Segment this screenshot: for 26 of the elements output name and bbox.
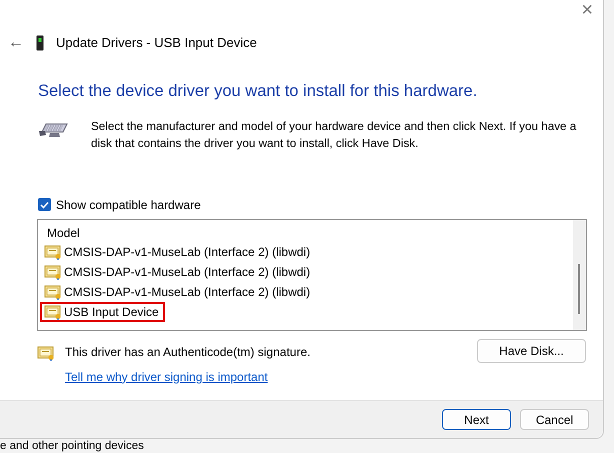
window-title: Update Drivers - USB Input Device — [56, 34, 257, 52]
column-header: Model — [47, 224, 81, 242]
certificate-icon — [44, 304, 62, 320]
background-text: e and other pointing devices — [0, 439, 144, 453]
certificate-icon — [44, 264, 62, 280]
dialog-button[interactable]: Cancel — [520, 409, 589, 430]
certificate-icon — [44, 244, 62, 260]
checkbox[interactable] — [38, 198, 51, 212]
have-disk-button[interactable]: Have Disk... — [477, 338, 586, 363]
close-button[interactable]: × — [575, 0, 599, 20]
scrollbar[interactable] — [573, 220, 586, 330]
description-text: Select the manufacturer and model of your hardware device and then click Next. If you have a disk that contains the driver you want to install, click Have Disk. — [91, 118, 578, 152]
checkbox-label: Show compatible hardware — [56, 196, 201, 214]
help-link[interactable]: Tell me why driver signing is important — [65, 368, 268, 386]
list-item[interactable]: CMSIS-DAP-v1-MuseLab (Interface 2) (libwdi) — [40, 242, 316, 262]
dialog-button[interactable]: Next — [442, 409, 511, 430]
certificate-icon — [44, 284, 62, 300]
certificate-icon — [37, 344, 55, 361]
list-item[interactable]: CMSIS-DAP-v1-MuseLab (Interface 2) (libwdi) — [40, 262, 316, 282]
list-item[interactable]: CMSIS-DAP-v1-MuseLab (Interface 2) (libwdi) — [40, 282, 316, 302]
hardware-icon — [38, 122, 69, 140]
page-heading: Select the device driver you want to install for this hardware. — [38, 81, 478, 102]
signature-text: This driver has an Authenticode(tm) signature. — [65, 344, 310, 361]
device-icon — [36, 34, 44, 50]
back-button[interactable]: ← — [8, 34, 24, 50]
list-item[interactable]: USB Input Device — [40, 302, 165, 322]
